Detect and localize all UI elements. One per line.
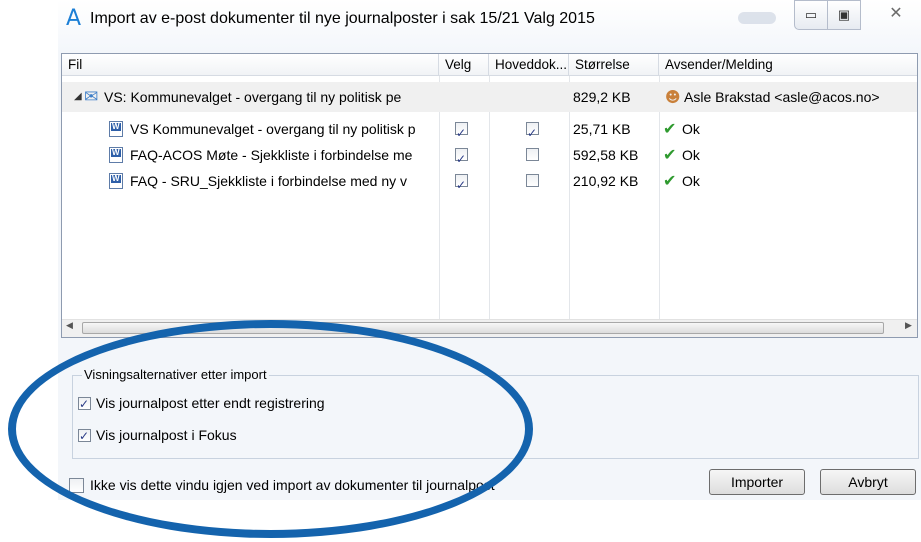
table-row[interactable]: FAQ-ACOS Møte - Sjekkliste i forbindelse…: [62, 142, 917, 172]
view-options-group: [72, 375, 919, 459]
attachment-size: 592,58 KB: [573, 147, 639, 163]
maximize-button[interactable]: ▣: [827, 0, 861, 30]
word-document-icon: [109, 173, 123, 189]
close-button[interactable]: ✕: [873, 0, 919, 30]
column-header-storrelse[interactable]: Størrelse: [569, 54, 659, 76]
hoveddokument-checkbox[interactable]: [526, 148, 539, 161]
hoveddokument-checkbox[interactable]: [526, 120, 539, 146]
ikke-vis-label: Ikke vis dette vindu igjen ved import av…: [90, 477, 495, 493]
attachment-size: 25,71 KB: [573, 121, 631, 137]
vis-i-fokus-checkbox[interactable]: [78, 427, 91, 445]
column-header-hoveddok[interactable]: Hoveddok...: [489, 54, 569, 76]
table-row[interactable]: VS Kommunevalget - overgang til ny polit…: [62, 116, 917, 146]
email-sender: Asle Brakstad <asle@acos.no>: [684, 89, 880, 105]
minimize-icon: ▭: [804, 7, 818, 22]
blurred-area: [738, 12, 776, 24]
vis-etter-registrering-checkbox[interactable]: [78, 395, 91, 413]
collapse-arrow-icon[interactable]: ◢: [74, 82, 82, 112]
column-divider: [659, 76, 660, 321]
attachment-status: Ok: [682, 121, 700, 137]
email-subject: VS: Kommunevalget - overgang til ny poli…: [104, 89, 402, 105]
scroll-right-arrow-icon[interactable]: ▶: [905, 321, 912, 331]
attachment-status: Ok: [682, 173, 700, 189]
sender-person-icon: ☻: [665, 88, 681, 106]
word-document-icon: [109, 147, 123, 163]
title-bar[interactable]: A Import av e-post dokumenter til nye jo…: [58, 0, 921, 50]
horizontal-scrollbar[interactable]: ◀ ▶: [62, 319, 917, 337]
column-header-fil[interactable]: Fil: [62, 54, 439, 76]
velg-checkbox[interactable]: [455, 146, 468, 172]
attachment-filename: FAQ-ACOS Møte - Sjekkliste i forbindelse…: [130, 147, 413, 163]
attachment-filename: FAQ - SRU_Sjekkliste i forbindelse med n…: [130, 173, 407, 189]
maximize-icon: ▣: [837, 7, 851, 22]
vis-i-fokus-label: Vis journalpost i Fokus: [96, 427, 237, 443]
attachment-filename: VS Kommunevalget - overgang til ny polit…: [130, 121, 416, 137]
email-size: 829,2 KB: [573, 89, 631, 105]
attachment-status: Ok: [682, 147, 700, 163]
column-header-velg[interactable]: Velg: [439, 54, 489, 76]
checkmark-ok-icon: ✔: [663, 171, 677, 190]
attachment-list: Fil Velg Hoveddok... Størrelse Avsender/…: [61, 53, 918, 338]
window-title: Import av e-post dokumenter til nye jour…: [90, 10, 595, 27]
table-row[interactable]: FAQ - SRU_Sjekkliste i forbindelse med n…: [62, 168, 917, 198]
velg-checkbox[interactable]: [455, 172, 468, 198]
vis-etter-registrering-label: Vis journalpost etter endt registrering: [96, 395, 325, 411]
email-row[interactable]: ◢ ✉ VS: Kommunevalget - overgang til ny …: [62, 82, 917, 112]
checkmark-ok-icon: ✔: [663, 145, 677, 164]
cancel-button[interactable]: Avbryt: [820, 469, 916, 495]
close-icon: ✕: [889, 5, 903, 22]
attachment-size: 210,92 KB: [573, 173, 639, 189]
column-divider: [439, 76, 440, 321]
minimize-button[interactable]: ▭: [794, 0, 828, 30]
app-logo-icon: A: [66, 6, 82, 31]
import-button[interactable]: Importer: [709, 469, 805, 495]
word-document-icon: [109, 121, 123, 137]
view-options-label: Visningsalternativer etter import: [82, 367, 269, 382]
column-divider: [489, 76, 490, 321]
scrollbar-thumb[interactable]: [82, 322, 884, 334]
column-divider: [569, 76, 570, 321]
email-envelope-icon: ✉: [84, 87, 99, 107]
column-header-avsender[interactable]: Avsender/Melding: [659, 54, 917, 76]
scroll-left-arrow-icon[interactable]: ◀: [66, 321, 73, 331]
velg-checkbox[interactable]: [455, 120, 468, 146]
hoveddokument-checkbox[interactable]: [526, 174, 539, 187]
import-dialog: A Import av e-post dokumenter til nye jo…: [58, 0, 921, 500]
checkmark-ok-icon: ✔: [663, 119, 677, 138]
ikke-vis-checkbox[interactable]: [69, 478, 84, 493]
